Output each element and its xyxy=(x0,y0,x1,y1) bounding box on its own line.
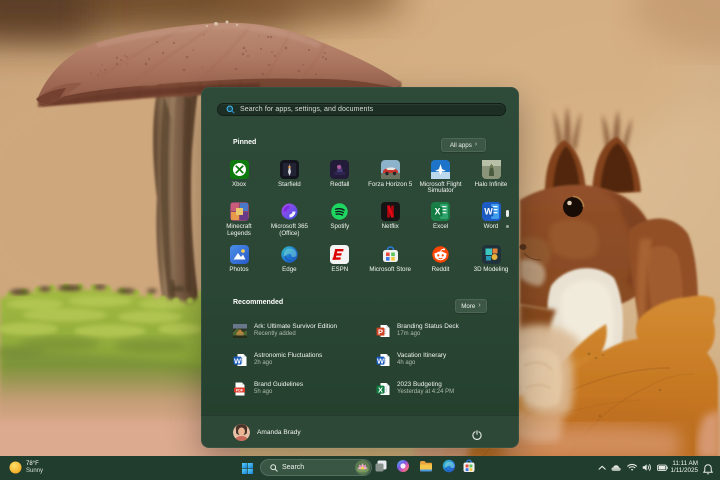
svg-text:W: W xyxy=(377,356,384,365)
svg-text:W: W xyxy=(234,356,241,365)
svg-text:P: P xyxy=(378,327,383,336)
svg-text:X: X xyxy=(378,385,383,394)
svg-text:PDF: PDF xyxy=(236,388,244,392)
svg-text:W: W xyxy=(484,207,493,217)
svg-text:X: X xyxy=(435,207,441,217)
